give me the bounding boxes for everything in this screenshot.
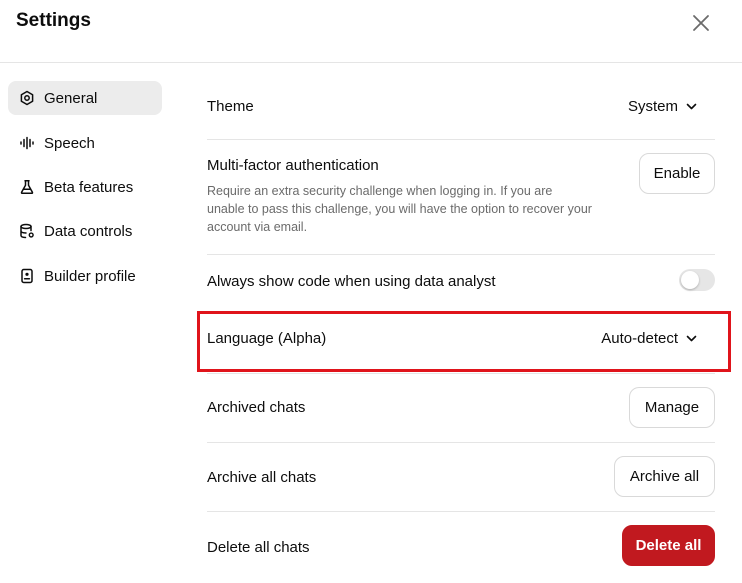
id-badge-icon: [19, 268, 35, 284]
dialog-title: Settings: [16, 10, 91, 31]
flask-icon: [19, 179, 35, 195]
theme-dropdown[interactable]: System: [628, 98, 697, 115]
manage-archived-button[interactable]: Manage: [629, 387, 715, 428]
delete-all-row: Delete all chats Delete all: [207, 525, 715, 567]
mfa-description: Require an extra security challenge when…: [207, 184, 592, 234]
sidebar-item-speech[interactable]: Speech: [8, 126, 162, 160]
settings-header: Settings: [0, 0, 742, 63]
archive-all-label: Archive all chats: [207, 469, 317, 486]
divider: [207, 373, 715, 374]
waveform-icon: [19, 135, 35, 151]
divider: [207, 442, 715, 443]
archive-all-button[interactable]: Archive all: [614, 456, 715, 497]
code-toggle-label: Always show code when using data analyst: [207, 273, 496, 290]
settings-sidebar: General Speech Beta features Data contro…: [0, 63, 175, 583]
sidebar-item-general[interactable]: General: [8, 81, 162, 115]
divider: [207, 254, 715, 255]
theme-label: Theme: [207, 98, 254, 115]
database-gear-icon: [19, 223, 35, 239]
archived-chats-row: Archived chats Manage: [207, 387, 715, 429]
theme-row: Theme System: [207, 97, 715, 127]
mfa-row: Multi-factor authentication Require an e…: [207, 153, 715, 246]
sidebar-item-label: Beta features: [44, 178, 134, 196]
sidebar-item-label: Data controls: [44, 222, 133, 240]
enable-mfa-button[interactable]: Enable: [639, 153, 715, 194]
archived-chats-label: Archived chats: [207, 399, 306, 416]
delete-all-button[interactable]: Delete all: [622, 525, 715, 566]
close-button[interactable]: [688, 10, 714, 36]
divider: [207, 511, 715, 512]
highlight-box: [197, 311, 731, 372]
sidebar-item-builder-profile[interactable]: Builder profile: [8, 259, 162, 293]
sidebar-item-label: General: [44, 89, 98, 107]
sidebar-item-data-controls[interactable]: Data controls: [8, 214, 162, 248]
delete-all-label: Delete all chats: [207, 539, 310, 556]
gear-icon: [19, 90, 35, 106]
close-icon: [693, 15, 709, 31]
chevron-down-icon: [686, 101, 697, 112]
divider: [207, 139, 715, 140]
archive-all-row: Archive all chats Archive all: [207, 456, 715, 498]
code-toggle-row: Always show code when using data analyst: [207, 268, 715, 298]
theme-value: System: [627, 98, 678, 115]
sidebar-item-label: Speech: [44, 134, 95, 152]
code-toggle-switch[interactable]: [679, 269, 715, 291]
toggle-knob: [681, 271, 699, 289]
sidebar-item-beta-features[interactable]: Beta features: [8, 170, 162, 204]
mfa-label: Multi-factor authentication: [207, 157, 379, 174]
sidebar-item-label: Builder profile: [44, 267, 136, 285]
